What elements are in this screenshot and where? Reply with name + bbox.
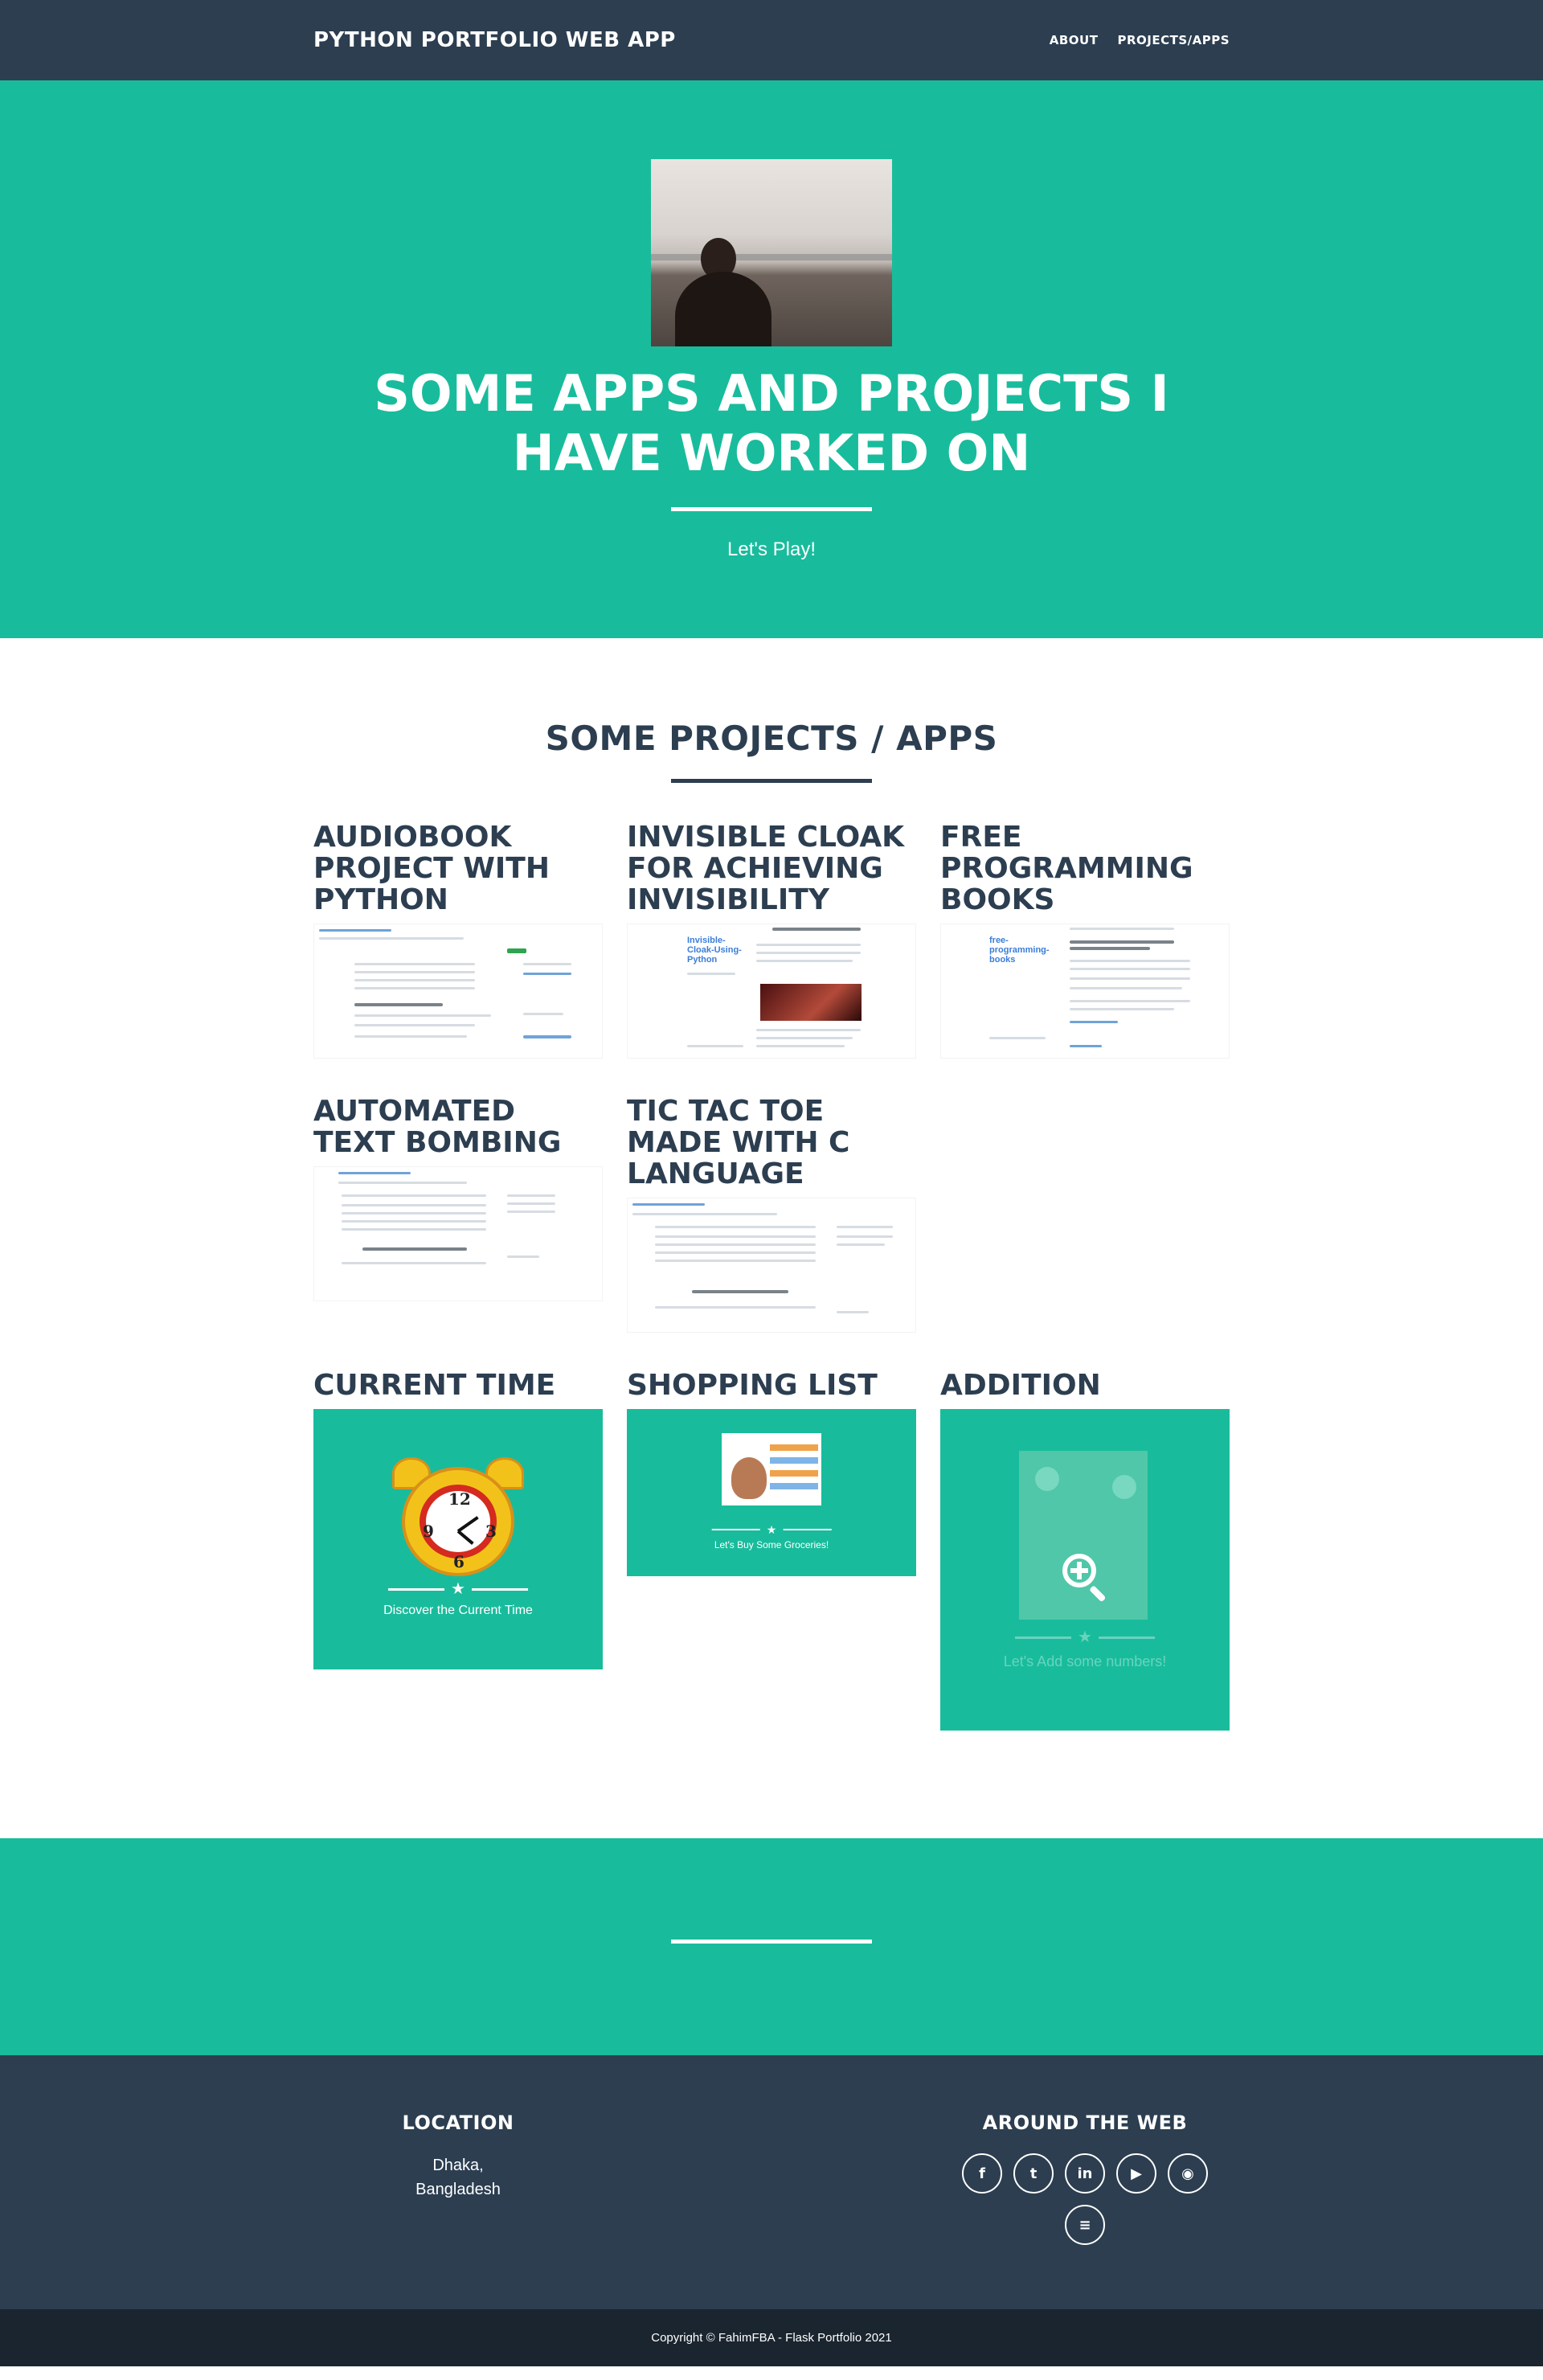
project-title: CURRENT TIME (313, 1369, 556, 1402)
band-divider (671, 1940, 872, 1944)
copyright-text: Copyright © FahimFBA - Flask Portfolio 2… (651, 2331, 892, 2345)
project-screenshot[interactable]: free-programming-books (940, 924, 1230, 1059)
project-card-shopping-list[interactable]: SHOPPING LIST ★ Let's Buy Some Groceries… (627, 1370, 916, 1731)
nav-link-about[interactable]: ABOUT (1050, 33, 1099, 47)
alarm-clock-icon: 12 3 6 9 (392, 1457, 524, 1576)
project-screenshot[interactable]: Invisible-Cloak-Using-Python (627, 924, 916, 1059)
project-title: AUDIOBOOK PROJECT WITH PYTHON (313, 821, 550, 916)
project-title: FREE PROGRAMMING BOOKS (940, 821, 1193, 916)
groceries-icon (722, 1433, 821, 1505)
project-card-current-time[interactable]: CURRENT TIME 12 3 6 9 ★ Discover the Cur… (313, 1370, 603, 1731)
copyright-bar: Copyright © FahimFBA - Flask Portfolio 2… (0, 2309, 1543, 2366)
around-web-title: AROUND THE WEB (982, 2112, 1188, 2134)
project-screenshot[interactable] (627, 1198, 916, 1333)
search-plus-icon[interactable] (1062, 1554, 1111, 1603)
teal-band-section (0, 1838, 1543, 2055)
projects-section: SOME PROJECTS / APPS AUDIOBOOK PROJECT W… (0, 638, 1543, 1768)
hero-subtitle: Let's Play! (727, 539, 816, 560)
nav-link-projects[interactable]: PROJECTS/APPS (1117, 33, 1230, 47)
project-title: AUTOMATED TEXT BOMBING (313, 1095, 562, 1159)
star-divider: ★ (711, 1522, 832, 1538)
navbar: PYTHON PORTFOLIO WEB APP ABOUT PROJECTS/… (0, 0, 1543, 80)
project-title: INVISIBLE CLOAK FOR ACHIEVING INVISIBILI… (627, 821, 905, 916)
project-card-invisible-cloak[interactable]: INVISIBLE CLOAK FOR ACHIEVING INVISIBILI… (627, 821, 916, 1059)
footer-around-web: AROUND THE WEB f t in ▶ ◉ ≡ (772, 2112, 1398, 2309)
project-title: SHOPPING LIST (627, 1369, 878, 1402)
thumbnail-caption: Let's Add some numbers! (1003, 1653, 1167, 1669)
linkedin-icon[interactable]: in (1065, 2153, 1105, 2194)
thumbnail-caption: Discover the Current Time (383, 1604, 533, 1617)
project-title: TIC TAC TOE MADE WITH C LANGUAGE (627, 1095, 850, 1190)
github-icon[interactable]: ◉ (1168, 2153, 1208, 2194)
twitter-icon[interactable]: t (1013, 2153, 1054, 2194)
footer: LOCATION Dhaka, Bangladesh AROUND THE WE… (0, 2055, 1543, 2309)
social-links: f t in ▶ ◉ ≡ (956, 2153, 1214, 2245)
thumbnail-caption: Let's Buy Some Groceries! (714, 1539, 829, 1550)
location-line: Bangladesh (415, 2181, 501, 2198)
section-title: SOME PROJECTS / APPS (545, 719, 998, 758)
nav-links: ABOUT PROJECTS/APPS (1050, 33, 1230, 47)
current-time-thumbnail[interactable]: 12 3 6 9 ★ Discover the Current Time (313, 1409, 603, 1669)
footer-location: LOCATION Dhaka, Bangladesh (145, 2112, 772, 2309)
project-card-text-bombing[interactable]: AUTOMATED TEXT BOMBING (313, 1096, 603, 1333)
project-card-audiobook[interactable]: AUDIOBOOK PROJECT WITH PYTHON (313, 821, 603, 1059)
stackoverflow-icon[interactable]: ≡ (1065, 2205, 1105, 2245)
youtube-icon[interactable]: ▶ (1116, 2153, 1156, 2194)
project-title: ADDITION (940, 1369, 1101, 1402)
hero-title: SOME APPS AND PROJECTS I HAVE WORKED ON (374, 364, 1169, 482)
project-screenshot[interactable] (313, 1166, 603, 1301)
hero-divider (671, 507, 872, 511)
project-grid: AUDIOBOOK PROJECT WITH PYTHON INVISIBLE … (313, 821, 1230, 1768)
star-divider: ★ (388, 1581, 528, 1597)
brand-link[interactable]: PYTHON PORTFOLIO WEB APP (313, 28, 676, 52)
star-divider: ★ (1015, 1629, 1155, 1645)
addition-thumbnail[interactable]: ★ Let's Add some numbers! (940, 1409, 1230, 1731)
location-title: LOCATION (402, 2112, 514, 2134)
location-line: Dhaka, (432, 2157, 484, 2174)
project-screenshot[interactable] (313, 924, 603, 1059)
section-divider (671, 779, 872, 783)
shopping-list-thumbnail[interactable]: ★ Let's Buy Some Groceries! (627, 1409, 916, 1576)
avatar (651, 159, 892, 346)
hero-section: SOME APPS AND PROJECTS I HAVE WORKED ON … (0, 80, 1543, 638)
project-card-free-books[interactable]: FREE PROGRAMMING BOOKS free-programming-… (940, 821, 1230, 1059)
project-card-addition[interactable]: ADDITION ★ Let's Add some numbers! (940, 1370, 1230, 1731)
grid-spacer (940, 1096, 1230, 1370)
facebook-icon[interactable]: f (962, 2153, 1002, 2194)
project-card-tic-tac-toe[interactable]: TIC TAC TOE MADE WITH C LANGUAGE (627, 1096, 916, 1333)
